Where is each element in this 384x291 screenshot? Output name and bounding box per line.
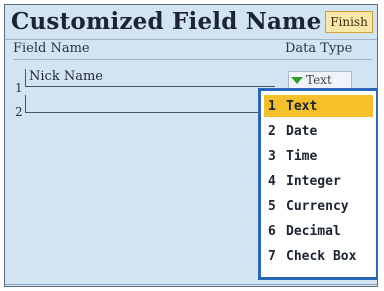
dropdown-option-currency[interactable]: 5 Currency <box>264 195 373 217</box>
dropdown-option-check-box[interactable]: 7 Check Box <box>264 245 373 267</box>
column-header-field-name: Field Name <box>13 41 90 56</box>
field-name-input-1[interactable]: Nick Name <box>25 69 275 87</box>
footer-divider <box>5 284 377 285</box>
dropdown-option-text[interactable]: 1 Text <box>264 95 373 117</box>
title-divider <box>5 39 377 40</box>
chevron-down-icon <box>291 76 303 84</box>
field-name-input-2[interactable] <box>25 95 287 113</box>
finish-button[interactable]: Finish <box>325 11 373 33</box>
column-header-data-type: Data Type <box>285 41 353 56</box>
dropdown-option-time[interactable]: 3 Time <box>264 145 373 167</box>
page-title: Customized Field Name <box>11 8 322 35</box>
custom-field-window: Customized Field Name Finish Field Name … <box>4 4 378 287</box>
data-type-value: Text <box>306 73 332 87</box>
dropdown-option-integer[interactable]: 4 Integer <box>264 170 373 192</box>
dropdown-option-decimal[interactable]: 6 Decimal <box>264 220 373 242</box>
data-type-select[interactable]: Text <box>288 71 352 89</box>
row-number: 2 <box>15 105 23 119</box>
row-number: 1 <box>15 81 23 95</box>
data-type-dropdown: 1 Text 2 Date 3 Time 4 Integer 5 Currency 6 De… <box>258 88 377 280</box>
dropdown-option-date[interactable]: 2 Date <box>264 120 373 142</box>
header-divider <box>13 59 372 60</box>
